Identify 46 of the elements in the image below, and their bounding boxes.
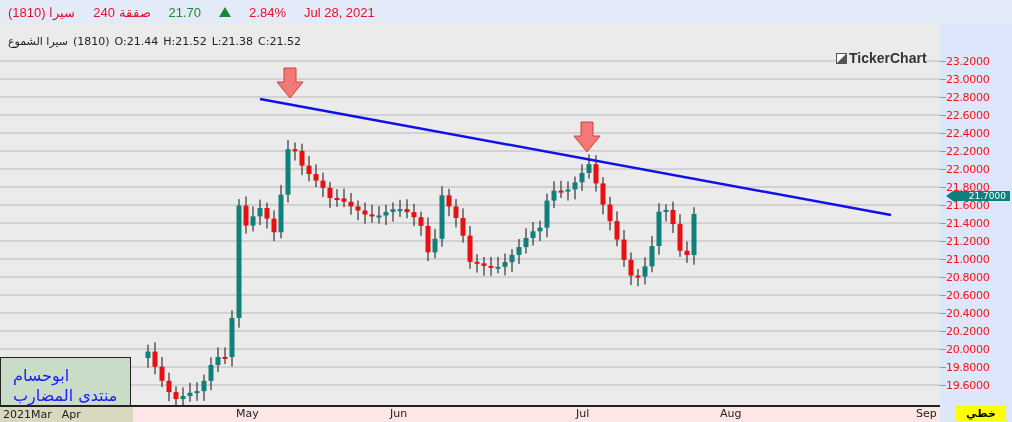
price-axis-label: 23.2000	[946, 56, 990, 66]
ohlc-legend-text: C:21.52	[258, 35, 301, 48]
signature-text: ابوحسام	[13, 366, 70, 386]
price-axis-label: 20.6000	[946, 290, 990, 300]
signature-text: منتدى المضارب	[13, 386, 118, 405]
date-axis-label: Jul	[576, 407, 590, 420]
trade-count: 240 صفقة	[93, 4, 151, 20]
price-axis-label: 21.6000	[946, 200, 990, 210]
date-axis-label: Aug	[720, 407, 742, 420]
down-arrow-icon	[276, 67, 304, 99]
price-axis-label: 22.0000	[946, 164, 990, 174]
date-axis-label: Jun	[390, 407, 408, 420]
ohlc-legend-text: O:21.44	[114, 35, 159, 48]
last-price: 21.70	[168, 4, 202, 20]
current-price-tag: 21.7000	[946, 191, 1010, 201]
logo-text: TickerChart	[849, 50, 927, 66]
stock-name: سيرا (1810)	[8, 4, 76, 20]
up-triangle-icon	[219, 6, 232, 18]
price-axis-label: 22.2000	[946, 146, 990, 156]
ohlc-legend-text: سيرا الشموع	[8, 35, 68, 48]
ohlc-legend-text: (1810)	[73, 35, 110, 48]
date-axis-label: Apr	[61, 408, 81, 421]
date-axis-label: 2021Mar	[3, 408, 52, 421]
price-axis-label: 20.8000	[946, 272, 990, 282]
price-axis-label: 21.2000	[946, 236, 990, 246]
logo-icon	[836, 52, 847, 64]
price-axis-label: 20.0000	[946, 344, 990, 354]
date-axis-label: May	[236, 407, 259, 420]
ohlc-legend-text: L:21.38	[211, 35, 254, 48]
price-axis-label: 22.4000	[946, 128, 990, 138]
change-percent: 2.84%	[249, 4, 286, 20]
ohlc-legend-text: H:21.52	[163, 35, 207, 48]
price-axis-label: 22.8000	[946, 92, 990, 102]
price-axis-label: 20.4000	[946, 308, 990, 318]
price-axis-label: 21.8000	[946, 182, 990, 192]
date-label: Jul 28, 2021	[303, 4, 375, 20]
price-axis-label: 23.0000	[946, 74, 990, 84]
price-axis-label: 22.6000	[946, 110, 990, 120]
date-axis-label: Sep	[916, 407, 937, 420]
price-axis-label: 19.6000	[946, 380, 990, 390]
price-axis-label: 19.8000	[946, 362, 990, 372]
price-axis-label: 20.2000	[946, 326, 990, 336]
price-axis-label: 21.4000	[946, 218, 990, 228]
price-axis-label: 21.0000	[946, 254, 990, 264]
chart-type-button[interactable]: خطي	[956, 406, 1006, 421]
down-arrow-icon	[573, 121, 601, 153]
